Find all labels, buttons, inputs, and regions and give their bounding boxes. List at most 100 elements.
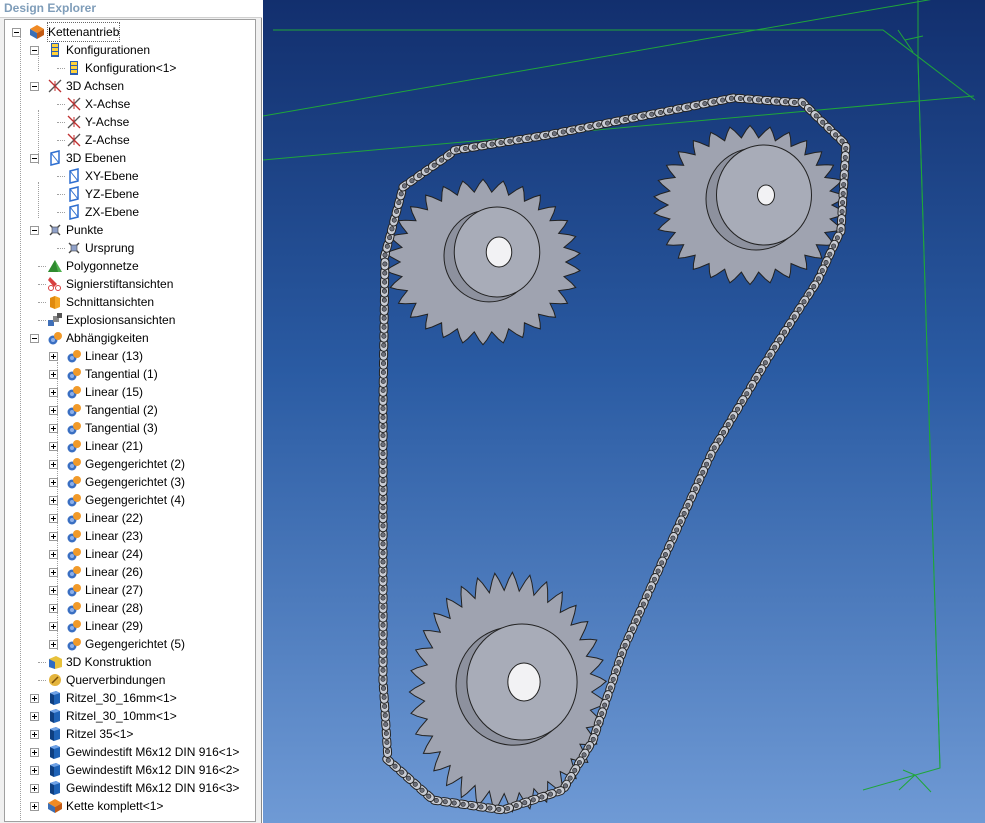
tree-item[interactable]: Gegengerichtet (4) <box>5 491 253 509</box>
chain-pin <box>380 541 386 547</box>
tree-item[interactable]: Linear (15) <box>5 383 253 401</box>
tree-item-label: Gegengerichtet (2) <box>85 457 186 471</box>
tree-item[interactable]: Tangential (1) <box>5 365 253 383</box>
expand-icon[interactable] <box>49 352 58 361</box>
tree-item[interactable]: Konfigurationen <box>5 41 253 59</box>
expand-icon[interactable] <box>49 478 58 487</box>
collapse-icon[interactable] <box>30 334 39 343</box>
sprocket-upper-right[interactable] <box>653 124 847 286</box>
expand-icon[interactable] <box>49 550 58 559</box>
tree-item[interactable]: XY-Ebene <box>5 167 253 185</box>
tree-item[interactable]: Polygonnetze <box>5 257 253 275</box>
tree-item[interactable]: Ritzel 35<1> <box>5 725 253 743</box>
tree-connector-line <box>38 680 46 681</box>
tree-item[interactable]: Ritzel_30_10mm<1> <box>5 707 253 725</box>
chain-pin <box>381 333 387 339</box>
collapse-icon[interactable] <box>30 154 39 163</box>
tree-item[interactable]: ZX-Ebene <box>5 203 253 221</box>
expand-icon[interactable] <box>49 406 58 415</box>
tree-item[interactable]: Y-Achse <box>5 113 253 131</box>
chain-pin <box>801 299 807 305</box>
tree-item[interactable]: Gegengerichtet (2) <box>5 455 253 473</box>
tree-item[interactable]: YZ-Ebene <box>5 185 253 203</box>
feature-tree[interactable]: Kettenantrieb Konfigurationen Konfiguratio… <box>4 19 256 822</box>
expand-icon[interactable] <box>49 424 58 433</box>
tree-item[interactable]: Ritzel_30_16mm<1> <box>5 689 253 707</box>
chain-pin <box>382 712 388 718</box>
tree-item[interactable]: Tangential (3) <box>5 419 253 437</box>
tree-item[interactable]: 3D Konstruktion <box>5 653 253 671</box>
chain-pin <box>622 642 628 648</box>
tree-item[interactable]: Z-Achse <box>5 131 253 149</box>
tree-item[interactable]: Querverbindungen <box>5 671 253 689</box>
tree-item-label: Polygonnetze <box>66 259 139 273</box>
collapse-icon[interactable] <box>30 226 39 235</box>
chain-pin <box>791 99 797 105</box>
expand-icon[interactable] <box>49 604 58 613</box>
tree-item[interactable]: Gegengerichtet (5) <box>5 635 253 653</box>
expand-icon[interactable] <box>30 784 39 793</box>
tree-item[interactable]: Linear (13) <box>5 347 253 365</box>
tree-item[interactable]: Signierstiftansichten <box>5 275 253 293</box>
collapse-icon[interactable] <box>12 28 21 37</box>
chain-pin <box>692 486 698 492</box>
chain-pin <box>513 803 519 809</box>
tree-item[interactable]: Gegengerichtet (3) <box>5 473 253 491</box>
sprocket-lower[interactable] <box>408 571 608 813</box>
tree-item[interactable]: Linear (26) <box>5 563 253 581</box>
expand-icon[interactable] <box>49 514 58 523</box>
chain-drive-model[interactable] <box>263 0 985 823</box>
tree-item-label: Konfigurationen <box>66 43 151 57</box>
tree-item[interactable]: Gewindestift M6x12 DIN 916<2> <box>5 761 253 779</box>
tree-item[interactable]: Schnittansichten <box>5 293 253 311</box>
tree-item[interactable]: X-Achse <box>5 95 253 113</box>
expand-icon[interactable] <box>49 640 58 649</box>
chain-pin <box>382 270 388 276</box>
tree-connector-line <box>57 122 65 123</box>
tree-item[interactable]: Linear (22) <box>5 509 253 527</box>
tree-item[interactable]: Kettenantrieb <box>5 22 253 42</box>
expand-icon[interactable] <box>30 748 39 757</box>
collapse-icon[interactable] <box>30 46 39 55</box>
tree-item[interactable]: Ursprung <box>5 239 253 257</box>
expand-icon[interactable] <box>30 694 39 703</box>
tree-item[interactable]: Explosionsansichten <box>5 311 253 329</box>
tree-item[interactable]: Kette komplett<1> <box>5 797 253 815</box>
expand-icon[interactable] <box>49 622 58 631</box>
tree-item[interactable]: Tangential (2) <box>5 401 253 419</box>
tree-item[interactable]: Gewindestift M6x12 DIN 916<3> <box>5 779 253 797</box>
tree-item[interactable]: Linear (24) <box>5 545 253 563</box>
expand-icon[interactable] <box>30 802 39 811</box>
constraint-icon <box>66 564 82 580</box>
expand-icon[interactable] <box>49 460 58 469</box>
tree-item[interactable]: Konfiguration<1> <box>5 59 253 77</box>
expand-icon[interactable] <box>49 370 58 379</box>
expand-icon[interactable] <box>49 532 58 541</box>
expand-icon[interactable] <box>30 712 39 721</box>
sprocket-upper-left[interactable] <box>385 178 581 346</box>
chain-pin <box>381 342 387 348</box>
tree-item[interactable]: Linear (21) <box>5 437 253 455</box>
tree-item[interactable]: Linear (23) <box>5 527 253 545</box>
chain-pin <box>380 586 386 592</box>
tree-item[interactable]: Linear (29) <box>5 617 253 635</box>
expand-icon[interactable] <box>49 388 58 397</box>
tree-item[interactable]: Punkte <box>5 221 253 239</box>
collapse-icon[interactable] <box>30 82 39 91</box>
chain-pin <box>381 360 387 366</box>
tree-item[interactable]: Linear (28) <box>5 599 253 617</box>
expand-icon[interactable] <box>30 730 39 739</box>
expand-icon[interactable] <box>49 496 58 505</box>
chain-pin <box>572 767 578 773</box>
tree-item[interactable]: Linear (27) <box>5 581 253 599</box>
expand-icon[interactable] <box>30 766 39 775</box>
expand-icon[interactable] <box>49 586 58 595</box>
tree-item[interactable]: Abhängigkeiten <box>5 329 253 347</box>
tree-item[interactable]: 3D Achsen <box>5 77 253 95</box>
expand-icon[interactable] <box>49 442 58 451</box>
expand-icon[interactable] <box>49 568 58 577</box>
3d-viewport[interactable] <box>263 0 985 823</box>
tree-item[interactable]: 3D Ebenen <box>5 149 253 167</box>
chain-pin <box>380 496 386 502</box>
tree-item[interactable]: Gewindestift M6x12 DIN 916<1> <box>5 743 253 761</box>
